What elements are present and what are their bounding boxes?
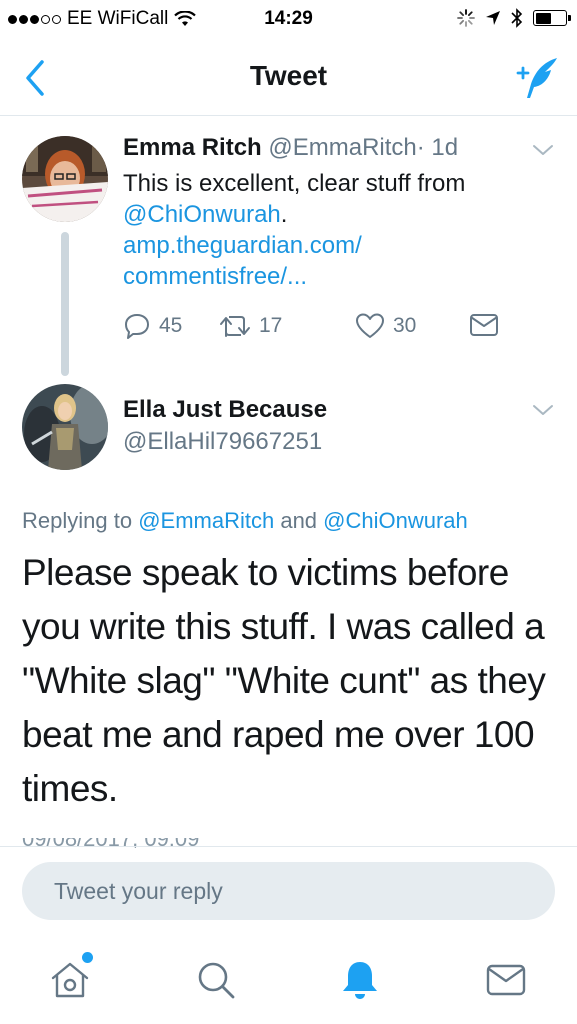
- replying-to-context: Replying to @EmmaRitch and @ChiOnwurah: [22, 508, 468, 534]
- parent-tweet-text: This is excellent, clear stuff from @Chi…: [123, 168, 533, 292]
- tab-home[interactable]: [48, 958, 92, 1002]
- retweet-icon: [220, 316, 250, 337]
- status-right: [457, 8, 571, 28]
- mention-link[interactable]: @ChiOnwurah: [123, 201, 281, 228]
- author-handle[interactable]: @EmmaRitch: [268, 134, 416, 161]
- activity-spinner-icon: [457, 9, 475, 27]
- search-icon: [198, 962, 235, 999]
- bell-icon: [343, 962, 377, 999]
- retweet-button[interactable]: 17: [219, 312, 282, 340]
- like-count: 30: [393, 314, 417, 337]
- reply-options-button[interactable]: [531, 398, 555, 422]
- page-title: Tweet: [249, 60, 328, 91]
- reply-input[interactable]: Tweet your reply: [22, 862, 555, 920]
- url-link-line2[interactable]: commentisfree/...: [123, 263, 307, 290]
- status-bar: EE WiFiCall 14:29: [0, 0, 577, 40]
- avatar-image: [22, 384, 108, 470]
- envelope-icon: [486, 964, 526, 996]
- tab-search[interactable]: [194, 958, 238, 1002]
- author-name[interactable]: Emma Ritch: [123, 134, 262, 161]
- replying-user-link[interactable]: @EmmaRitch: [138, 508, 274, 533]
- parent-tweet-header: Emma Ritch @EmmaRitch· 1d: [123, 134, 458, 162]
- location-arrow-icon: [486, 11, 500, 25]
- retweet-count: 17: [259, 314, 283, 337]
- replying-and: and: [274, 508, 324, 533]
- heart-icon: [356, 313, 384, 338]
- chevron-down-icon: [533, 405, 553, 415]
- tweet-options-button[interactable]: [531, 138, 555, 162]
- like-button[interactable]: 30: [355, 312, 416, 340]
- avatar-image: [22, 136, 108, 222]
- replying-prefix: Replying to: [22, 508, 139, 533]
- tweet-actions: 45 17 30: [123, 312, 523, 346]
- avatar-ella-just-because[interactable]: [22, 384, 108, 470]
- bluetooth-icon: [511, 8, 523, 28]
- tweet-text-line: This is excellent, clear stuff from: [123, 170, 466, 197]
- thread-connector-line: [61, 232, 69, 376]
- reply-icon: [125, 314, 149, 339]
- reply-tweet-text: Please speak to victims before you write…: [22, 552, 546, 809]
- chevron-down-icon: [533, 145, 553, 155]
- tab-notifications[interactable]: [338, 958, 382, 1002]
- battery-icon: [533, 10, 571, 26]
- share-via-dm-button[interactable]: [469, 312, 499, 338]
- navigation-bar: Tweet: [0, 40, 577, 116]
- tweet-age: · 1d: [416, 134, 459, 161]
- reply-count: 45: [159, 314, 183, 337]
- avatar-emma-ritch[interactable]: [22, 136, 108, 222]
- divider: [0, 846, 577, 847]
- mention-suffix: .: [280, 201, 288, 228]
- compose-tweet-icon: [516, 58, 557, 98]
- reply-author-name[interactable]: Ella Just Because: [123, 396, 327, 424]
- replying-user-link[interactable]: @ChiOnwurah: [323, 508, 468, 533]
- tab-bar: [0, 938, 577, 1024]
- envelope-icon: [470, 314, 498, 336]
- new-content-indicator: [82, 952, 93, 963]
- tab-messages[interactable]: [484, 958, 528, 1002]
- reply-input-placeholder: Tweet your reply: [54, 878, 223, 904]
- reply-author-handle[interactable]: @EllaHil79667251: [123, 428, 322, 456]
- reply-button[interactable]: 45: [123, 312, 182, 340]
- home-icon: [51, 962, 89, 998]
- compose-tweet-button[interactable]: [513, 54, 561, 102]
- url-link-line1[interactable]: amp.theguardian.com/: [123, 232, 362, 259]
